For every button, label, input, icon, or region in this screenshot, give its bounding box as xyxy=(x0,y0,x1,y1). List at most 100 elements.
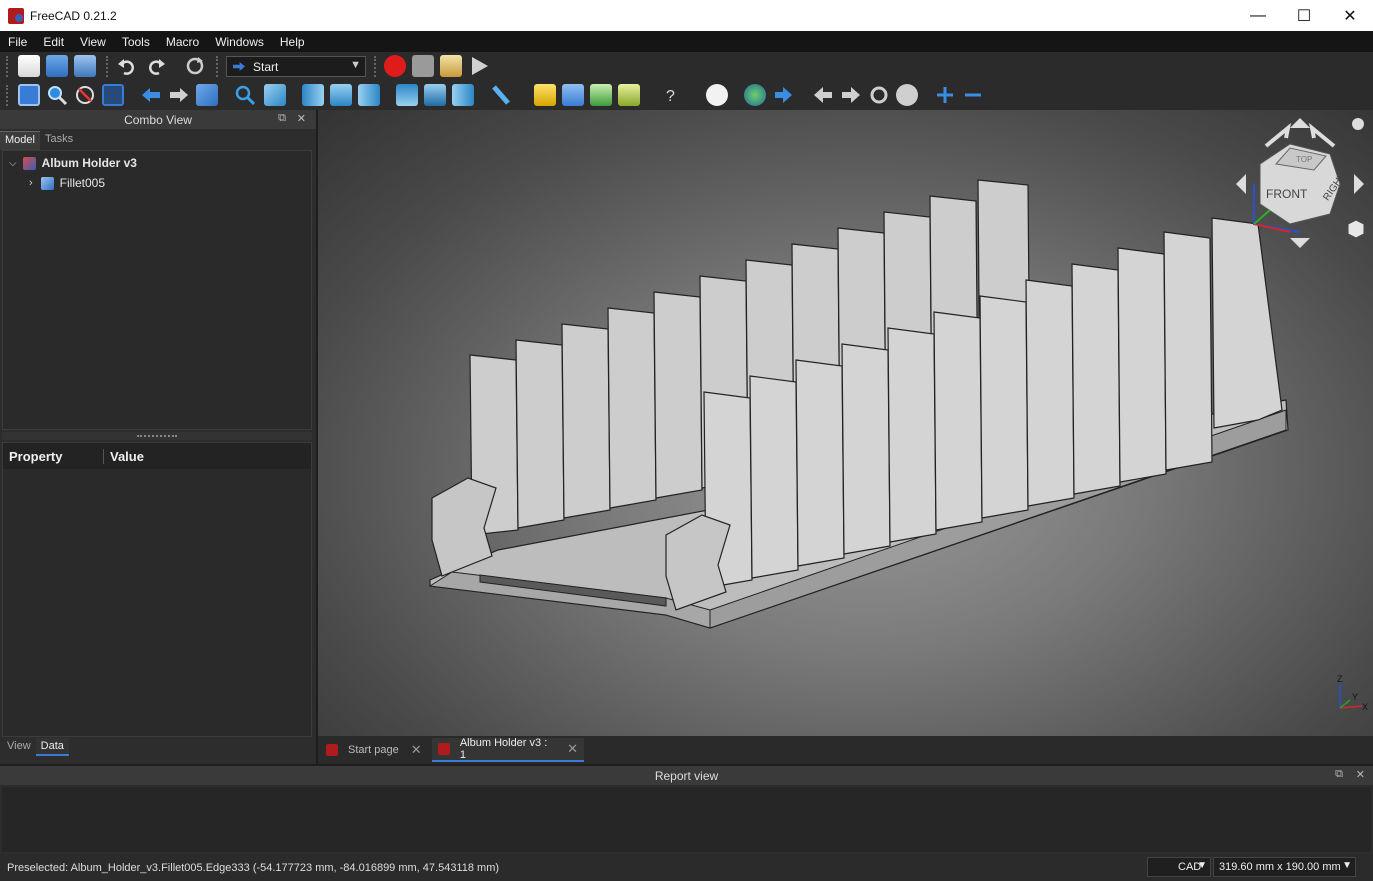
workbench-arrow-icon xyxy=(233,62,245,71)
axis-y-label: Y xyxy=(1352,692,1358,702)
float-panel-icon[interactable]: ⧉ xyxy=(1335,768,1343,781)
macro-edit-icon[interactable] xyxy=(440,55,462,77)
nav-up-arrow-icon xyxy=(1290,118,1310,128)
menu-help[interactable]: Help xyxy=(272,35,313,49)
album-holder-model[interactable] xyxy=(318,110,1373,736)
menu-macro[interactable]: Macro xyxy=(158,35,207,49)
report-view-header: Report view ⧉ ✕ xyxy=(0,766,1373,785)
workbench-selector[interactable]: Start ▼ xyxy=(226,56,366,77)
close-panel-icon[interactable]: ✕ xyxy=(1356,768,1365,781)
tab-model[interactable]: Model xyxy=(0,131,40,150)
web-forward-icon[interactable] xyxy=(840,84,862,106)
property-tabs: View Data xyxy=(2,738,69,756)
report-view-panel: Report view ⧉ ✕ xyxy=(0,766,1373,854)
close-tab-icon[interactable]: ✕ xyxy=(567,741,578,757)
web-refresh-icon[interactable] xyxy=(868,84,890,106)
macro-stop-icon[interactable] xyxy=(412,55,434,77)
zoom-in-icon[interactable] xyxy=(934,84,956,106)
toolbar-grip[interactable] xyxy=(6,85,9,106)
toolbar-grip[interactable] xyxy=(106,56,109,77)
3d-viewport[interactable]: TOP FRONT RIGHT Z Y X xyxy=(318,110,1373,736)
fit-all-icon[interactable] xyxy=(18,84,40,106)
web-back-icon[interactable] xyxy=(812,84,834,106)
tree-item-album-holder[interactable]: ⌵ Album Holder v3 xyxy=(9,156,137,170)
std-views-icon[interactable] xyxy=(196,84,218,106)
dimension-indicator[interactable]: 319.60 mm x 190.00 mm ▼ xyxy=(1213,857,1356,877)
rear-view-icon[interactable] xyxy=(396,84,418,106)
tab-tasks[interactable]: Tasks xyxy=(40,131,78,150)
tab-album-holder[interactable]: Album Holder v3 : 1 ✕ xyxy=(432,737,584,762)
menu-tools[interactable]: Tools xyxy=(114,35,158,49)
menu-file[interactable]: File xyxy=(0,35,35,49)
model-tree: ⌵ Album Holder v3 › Fillet005 xyxy=(2,150,312,430)
navigation-cube[interactable]: TOP FRONT RIGHT xyxy=(1230,114,1370,254)
panel-splitter[interactable] xyxy=(2,432,312,440)
make-link-icon[interactable] xyxy=(590,84,612,106)
property-header: Property Value xyxy=(3,443,311,469)
save-document-icon[interactable] xyxy=(74,55,96,77)
measure-distance-icon[interactable] xyxy=(490,84,512,106)
value-column-header[interactable]: Value xyxy=(103,448,144,464)
close-panel-icon[interactable]: ✕ xyxy=(297,112,306,125)
rotate-right-icon xyxy=(1308,122,1336,148)
document-tabs: Start page ✕ Album Holder v3 : 1 ✕ xyxy=(318,736,1373,764)
create-part-icon[interactable] xyxy=(534,84,556,106)
window-title: FreeCAD 0.21.2 xyxy=(30,8,117,23)
isometric-view-icon[interactable] xyxy=(264,84,286,106)
menu-edit[interactable]: Edit xyxy=(35,35,72,49)
web-browser-icon[interactable] xyxy=(706,84,728,106)
toolbar-grip[interactable] xyxy=(374,56,377,77)
document-icon xyxy=(22,156,36,170)
menu-windows[interactable]: Windows xyxy=(207,35,272,49)
open-document-icon[interactable] xyxy=(46,55,68,77)
toolbar-grip[interactable] xyxy=(216,56,219,77)
freecad-doc-icon xyxy=(326,744,338,756)
float-panel-icon[interactable]: ⧉ xyxy=(278,112,286,125)
refresh-icon[interactable] xyxy=(184,55,206,77)
undo-icon[interactable] xyxy=(116,55,138,77)
bounding-box-icon[interactable] xyxy=(102,84,124,106)
redo-icon[interactable] xyxy=(145,55,167,77)
freecad-app-icon xyxy=(8,7,24,24)
front-view-icon[interactable] xyxy=(302,84,324,106)
bottom-view-icon[interactable] xyxy=(424,84,446,106)
nav-right-arrow-icon xyxy=(1354,174,1364,194)
chevron-right-icon[interactable]: › xyxy=(29,177,33,189)
nav-left-arrow-icon xyxy=(1236,174,1246,194)
left-view-icon[interactable] xyxy=(452,84,474,106)
zoom-out-icon[interactable] xyxy=(962,84,984,106)
zoom-fit-icon[interactable] xyxy=(234,84,256,106)
report-view-output[interactable] xyxy=(2,787,1371,852)
property-column-header[interactable]: Property xyxy=(3,449,103,464)
macro-record-icon[interactable] xyxy=(384,55,406,77)
link-actions-icon[interactable] xyxy=(618,84,640,106)
draw-style-icon[interactable] xyxy=(74,84,96,106)
navigation-style-selector[interactable]: CAD ▼ xyxy=(1147,857,1211,877)
macro-execute-icon[interactable] xyxy=(468,55,490,77)
new-document-icon[interactable] xyxy=(18,55,40,77)
maximize-button[interactable]: ☐ xyxy=(1281,0,1327,31)
view-menu-cube-icon xyxy=(1347,219,1365,239)
back-arrow-icon[interactable] xyxy=(140,84,162,106)
tab-data[interactable]: Data xyxy=(35,738,69,756)
forward-arrow-icon[interactable] xyxy=(168,84,190,106)
menu-view[interactable]: View xyxy=(72,35,114,49)
toolbar-grip[interactable] xyxy=(6,56,9,77)
create-group-icon[interactable] xyxy=(562,84,584,106)
tab-start-page[interactable]: Start page ✕ xyxy=(320,738,428,762)
tab-view[interactable]: View xyxy=(2,738,36,756)
top-view-icon[interactable] xyxy=(330,84,352,106)
minimize-button[interactable]: — xyxy=(1235,0,1281,31)
rotate-left-icon xyxy=(1264,122,1292,148)
close-tab-icon[interactable]: ✕ xyxy=(411,742,422,758)
chevron-down-icon[interactable]: ⌵ xyxy=(9,158,17,169)
fit-selection-icon[interactable] xyxy=(46,84,68,106)
right-view-icon[interactable] xyxy=(358,84,380,106)
web-stop-icon[interactable] xyxy=(896,84,918,106)
web-globe-icon[interactable] xyxy=(744,84,766,106)
tree-item-fillet[interactable]: › Fillet005 xyxy=(29,176,105,190)
web-open-icon[interactable] xyxy=(772,84,794,106)
whats-this-icon[interactable]: ? xyxy=(662,84,684,106)
tree-item-label: Fillet005 xyxy=(59,176,106,190)
close-button[interactable]: ✕ xyxy=(1327,0,1373,31)
